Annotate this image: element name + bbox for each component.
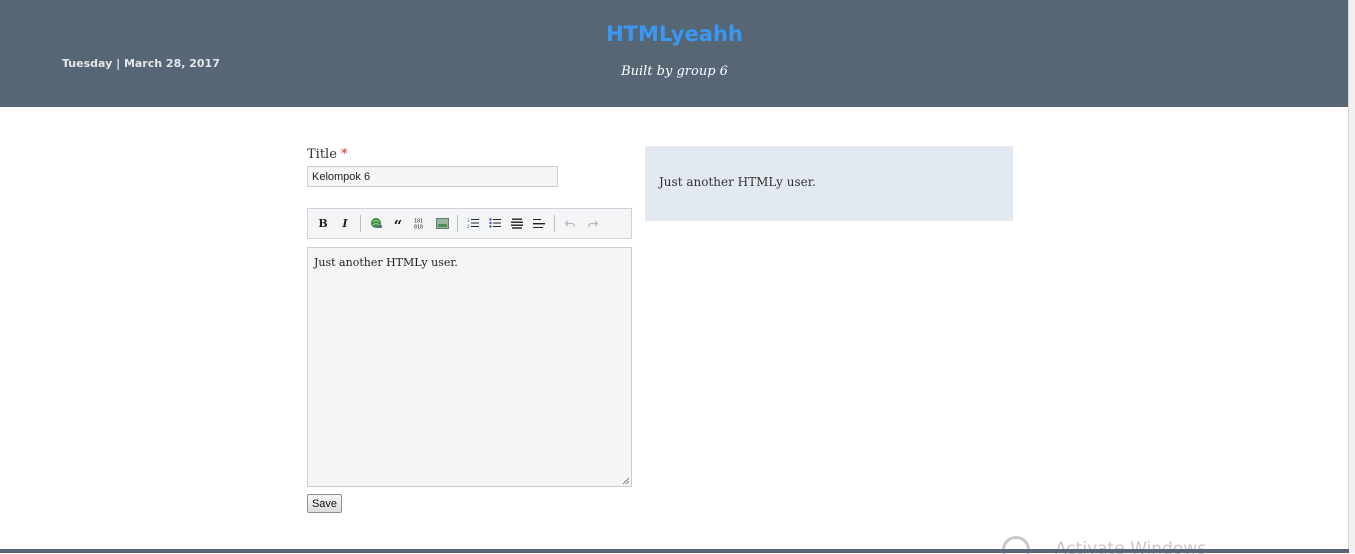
title-label: Title *: [307, 147, 348, 162]
title-input[interactable]: [307, 166, 558, 187]
heading-icon: [511, 218, 523, 229]
site-tagline: Built by group 6: [621, 64, 728, 79]
site-title[interactable]: HTMLyeahh: [0, 22, 1349, 46]
image-icon: [435, 218, 449, 229]
quote-button[interactable]: “: [388, 214, 408, 234]
heading-button[interactable]: [507, 214, 527, 234]
bold-button[interactable]: B: [313, 214, 333, 234]
undo-icon: [564, 220, 575, 228]
numbered-list-icon: 1 2: [467, 218, 479, 229]
code-icon: 101 010: [414, 219, 423, 230]
numbered-list-button[interactable]: 1 2: [463, 214, 483, 234]
required-marker: *: [341, 147, 348, 162]
undo-button[interactable]: [560, 214, 580, 234]
preview-text: Just another HTMLy user.: [659, 175, 816, 189]
link-button[interactable]: [366, 214, 386, 234]
bulleted-list-icon: [489, 218, 501, 228]
italic-icon: I: [342, 217, 348, 230]
italic-button[interactable]: I: [335, 214, 355, 234]
quote-icon: “: [393, 216, 403, 235]
save-button[interactable]: Save: [307, 494, 342, 513]
link-icon: [370, 218, 382, 228]
image-button[interactable]: [432, 214, 452, 234]
bulleted-list-button[interactable]: [485, 214, 505, 234]
toolbar-divider: [554, 215, 555, 232]
redo-button[interactable]: [582, 214, 602, 234]
svg-text:2: 2: [467, 224, 470, 229]
horizontal-rule-icon: [533, 219, 545, 228]
code-button[interactable]: 101 010: [410, 214, 430, 234]
resize-grip-icon[interactable]: [621, 476, 630, 485]
content-editor[interactable]: Just another HTMLy user.: [307, 247, 632, 487]
editor-toolbar: B I “ 101 010 1 2: [307, 208, 632, 239]
svg-text:1: 1: [467, 218, 470, 223]
bottom-border: [0, 549, 1349, 553]
redo-icon: [587, 220, 598, 228]
toolbar-divider: [457, 215, 458, 232]
horizontal-rule-button[interactable]: [529, 214, 549, 234]
bold-icon: B: [318, 217, 328, 230]
preview-panel: Just another HTMLy user.: [645, 146, 1013, 221]
svg-text:010: 010: [414, 225, 423, 230]
toolbar-divider: [360, 215, 361, 232]
page-scrollbar[interactable]: [1348, 0, 1355, 553]
title-label-text: Title: [307, 147, 337, 162]
site-header: Tuesday | March 28, 2017 HTMLyeahh Built…: [0, 0, 1349, 107]
